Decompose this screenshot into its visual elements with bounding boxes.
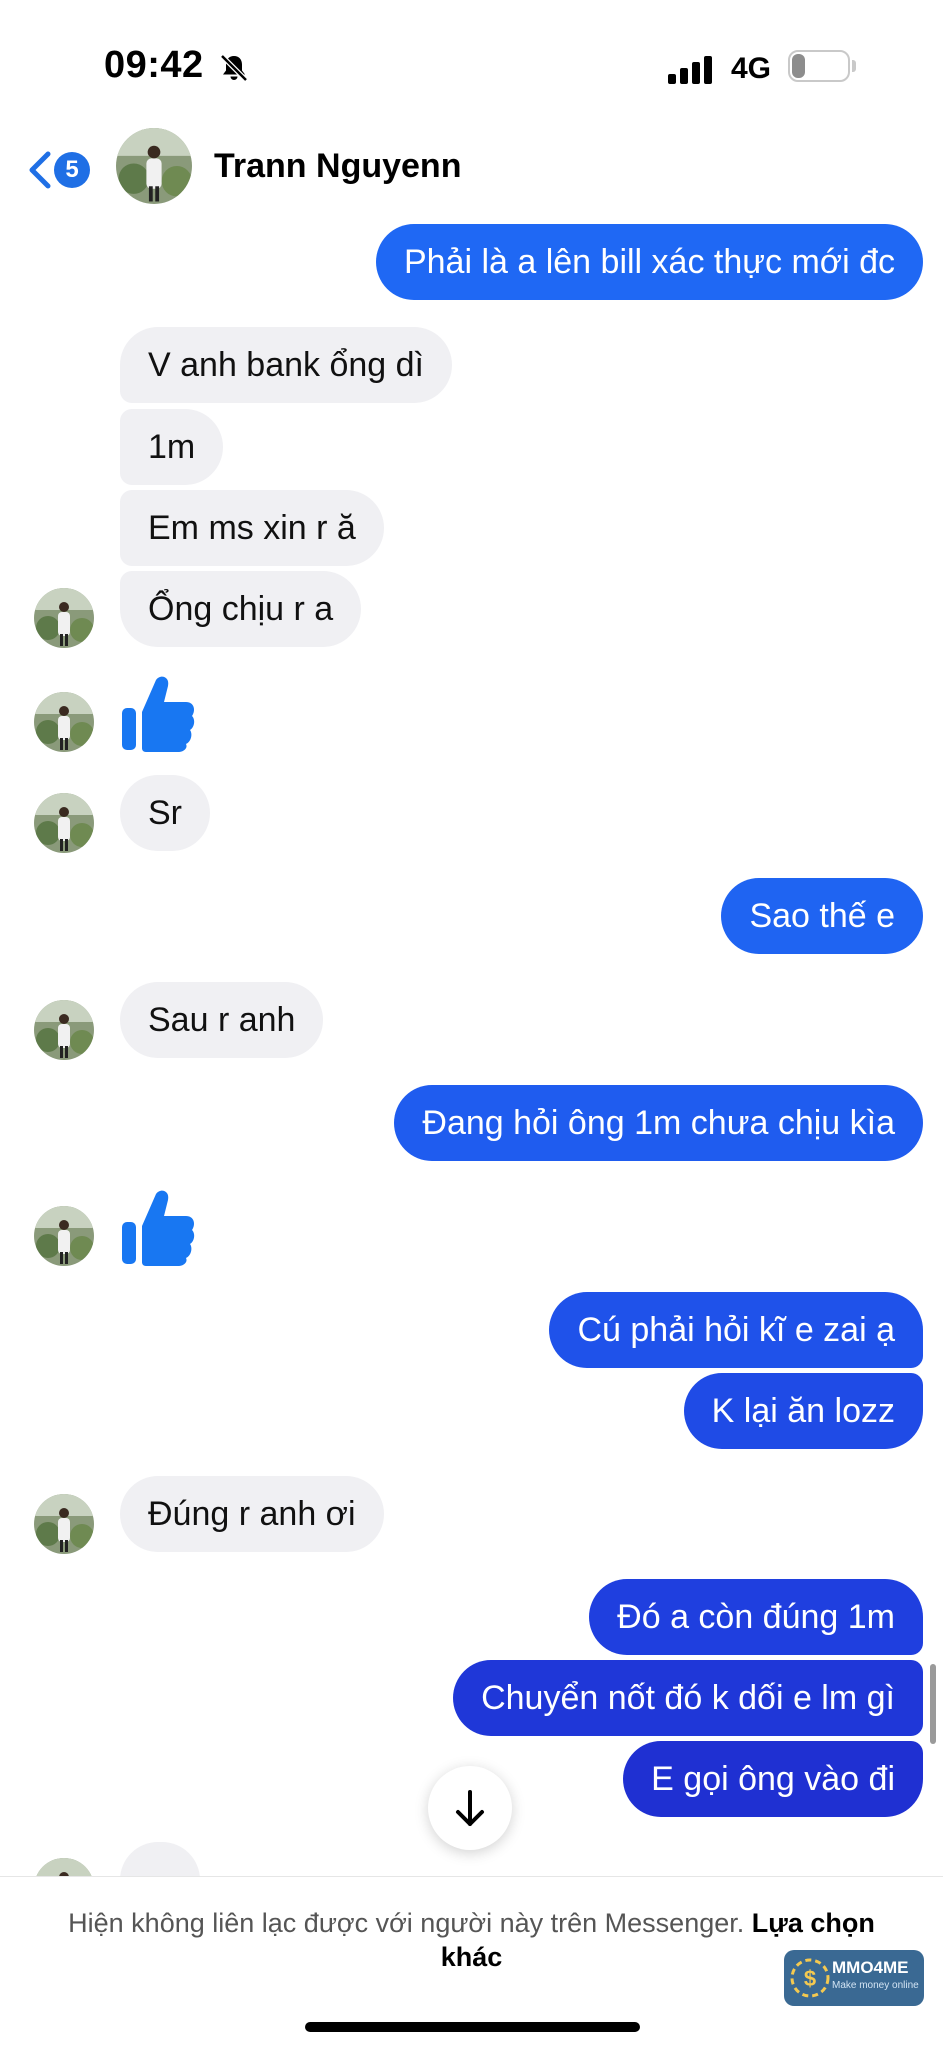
chevron-left-icon [29, 151, 51, 189]
status-time: 09:42 [104, 44, 204, 86]
svg-text:$: $ [804, 1966, 816, 1991]
bell-slash-icon [218, 52, 250, 89]
watermark-logo: $ MMO4ME Make money online [784, 1950, 924, 2006]
contact-avatar[interactable] [34, 1000, 94, 1060]
message-sent[interactable]: Đó a còn đúng 1m [589, 1579, 923, 1655]
message-sent[interactable]: Cú phải hỏi kĩ e zai ạ [549, 1292, 923, 1368]
contact-avatar[interactable] [34, 1494, 94, 1554]
message-received[interactable]: Ổng chịu r a [120, 571, 362, 647]
message-received[interactable]: V anh bank ổng dì [120, 327, 453, 403]
battery-cap [852, 60, 856, 72]
message-sent[interactable]: E gọi ông vào đi [623, 1741, 923, 1817]
contact-avatar[interactable] [34, 692, 94, 752]
scrollbar[interactable] [930, 1664, 936, 1744]
unavailable-notice: Hiện không liên lạc được với người này t… [60, 1906, 883, 1974]
thumbs-up-icon[interactable] [120, 1186, 196, 1271]
message-sent[interactable]: K lại ăn lozz [683, 1373, 923, 1449]
arrow-down-icon [456, 1790, 484, 1826]
battery-percent: 23 [806, 53, 832, 78]
message-received[interactable]: Sau r anh [120, 982, 324, 1058]
dollar-coin-icon: $ [790, 1958, 830, 1998]
network-type: 4G [731, 52, 772, 85]
message-sent[interactable]: Phải là a lên bill xác thực mới đc [375, 224, 923, 300]
unread-count-badge: 5 [54, 152, 90, 188]
message-sent[interactable]: Sao thế e [721, 878, 923, 954]
contact-avatar[interactable] [34, 588, 94, 648]
scroll-to-bottom-button[interactable] [428, 1766, 512, 1850]
battery-icon: 23 [788, 50, 850, 82]
home-indicator[interactable] [305, 2022, 640, 2032]
message-received[interactable]: Đúng r anh ơi [120, 1476, 384, 1552]
message-received[interactable]: 1m [120, 409, 224, 485]
contact-avatar[interactable] [116, 128, 192, 204]
watermark-subtitle: Make money online [832, 1980, 919, 1991]
contact-avatar[interactable] [34, 1206, 94, 1266]
contact-name[interactable]: Trann Nguyenn [214, 147, 461, 186]
message-sent[interactable]: Chuyển nốt đó k dối e lm gì [453, 1660, 923, 1736]
thumbs-up-icon[interactable] [120, 672, 196, 757]
message-received[interactable]: Em ms xin r ă [120, 490, 384, 566]
message-received[interactable]: Sr [120, 775, 210, 851]
message-sent[interactable]: Đang hỏi ông 1m chưa chịu kìa [394, 1085, 923, 1161]
watermark-title: MMO4ME [832, 1958, 909, 1977]
signal-icon [668, 56, 716, 89]
contact-avatar[interactable] [34, 793, 94, 853]
notice-text: Hiện không liên lạc được với người này t… [68, 1908, 745, 1938]
back-button[interactable]: 5 [26, 150, 98, 190]
